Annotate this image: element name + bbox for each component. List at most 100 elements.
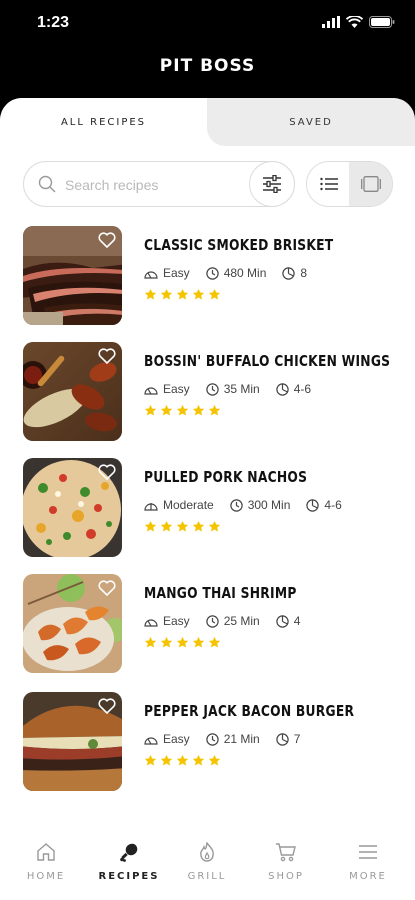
battery-icon: [369, 16, 395, 28]
star-icon: [160, 520, 173, 532]
recipe-image-shrimp: [23, 574, 122, 673]
star-icon: [208, 754, 221, 766]
recipe-card[interactable]: BOSSIN' BUFFALO CHICKEN WINGS Easy 35 Mi…: [23, 342, 403, 442]
star-icon: [176, 520, 189, 532]
star-icon: [176, 404, 189, 416]
heart-icon[interactable]: [98, 698, 116, 714]
recipe-image-wings: [23, 342, 122, 441]
recipe-title: PULLED PORK NACHOS: [144, 468, 308, 486]
clock-icon: [205, 732, 219, 746]
nav-grill-label: GRILL: [187, 871, 227, 882]
list-view-button[interactable]: [307, 162, 350, 206]
drumstick-icon: [120, 843, 138, 862]
star-icon: [144, 404, 157, 416]
star-icon: [192, 520, 205, 532]
clock-icon: [230, 498, 243, 512]
search-icon: [38, 175, 56, 193]
heart-icon[interactable]: [98, 232, 116, 248]
nav-recipes-label: RECIPES: [98, 871, 160, 882]
recipe-meta: Easy 21 Min 7: [144, 732, 316, 746]
star-icon: [144, 288, 157, 300]
recipe-difficulty: Easy: [163, 382, 190, 396]
star-icon: [208, 404, 221, 416]
recipe-meta: Moderate 300 Min 4-6: [144, 498, 358, 512]
star-icon: [176, 754, 189, 766]
recipe-servings: 7: [293, 732, 301, 746]
recipe-card[interactable]: CLASSIC SMOKED BRISKET Easy 480 Min 8: [23, 226, 403, 326]
difficulty-icon: [144, 387, 158, 395]
bottom-nav: HOME RECIPES GRILL SHOP MORE: [0, 828, 415, 900]
tab-all-recipes[interactable]: ALL RECIPES: [0, 98, 207, 146]
star-icon: [192, 404, 205, 416]
recipe-card[interactable]: MANGO THAI SHRIMP Easy 25 Min 4: [23, 574, 403, 674]
recipe-meta: Easy 35 Min 4-6: [144, 382, 327, 396]
recipe-title: PEPPER JACK BACON BURGER: [144, 702, 355, 720]
heart-icon[interactable]: [98, 348, 116, 364]
rating-stars: [144, 288, 221, 301]
nav-home[interactable]: HOME: [11, 840, 81, 882]
difficulty-icon: [144, 737, 158, 745]
nav-recipes[interactable]: RECIPES: [94, 840, 164, 882]
rating-stars: [144, 636, 221, 649]
rating-stars: [144, 520, 221, 533]
recipe-difficulty: Easy: [163, 732, 190, 746]
filter-button[interactable]: [249, 161, 295, 207]
servings-icon: [276, 614, 289, 628]
recipe-image-nachos: [23, 458, 122, 557]
recipe-difficulty: Easy: [163, 266, 190, 280]
recipe-title: CLASSIC SMOKED BRISKET: [144, 236, 334, 254]
star-icon: [160, 754, 173, 766]
recipe-time: 25 Min: [223, 614, 260, 628]
nav-more[interactable]: MORE: [333, 840, 403, 882]
heart-icon[interactable]: [98, 580, 116, 596]
nav-shop-label: SHOP: [268, 871, 304, 882]
recipe-tabs: ALL RECIPES SAVED: [0, 98, 415, 146]
star-icon: [192, 754, 205, 766]
recipe-image-burger: [23, 692, 122, 791]
recipe-image-brisket: [23, 226, 122, 325]
servings-icon: [276, 732, 289, 746]
star-icon: [176, 636, 189, 648]
heart-icon[interactable]: [98, 464, 116, 480]
search-bar[interactable]: Search recipes: [23, 161, 295, 207]
star-icon: [208, 636, 221, 648]
card-view-button[interactable]: [349, 162, 392, 206]
recipe-card[interactable]: PULLED PORK NACHOS Moderate 300 Min 4-6: [23, 458, 403, 558]
recipe-servings: 4-6: [293, 382, 312, 396]
recipe-title: MANGO THAI SHRIMP: [144, 584, 297, 602]
recipe-time: 35 Min: [223, 382, 260, 396]
star-icon: [176, 288, 189, 300]
recipe-meta: Easy 25 Min 4: [144, 614, 316, 628]
recipe-time: 300 Min: [247, 498, 291, 512]
tab-saved[interactable]: SAVED: [207, 98, 415, 146]
filter-sliders-icon: [263, 175, 281, 193]
cellular-icon: [322, 16, 340, 28]
wifi-icon: [346, 16, 363, 28]
nav-home-label: HOME: [26, 871, 66, 882]
servings-icon: [282, 266, 296, 280]
nav-grill[interactable]: GRILL: [172, 840, 242, 882]
search-input[interactable]: Search recipes: [65, 177, 158, 193]
nav-shop[interactable]: SHOP: [251, 840, 321, 882]
recipe-card[interactable]: PEPPER JACK BACON BURGER Easy 21 Min 7: [23, 692, 403, 792]
recipe-time: 480 Min: [223, 266, 267, 280]
clock-icon: [205, 266, 219, 280]
list-icon: [319, 177, 338, 191]
difficulty-icon: [144, 503, 158, 511]
flame-icon: [200, 842, 214, 862]
card-view-icon: [360, 176, 381, 192]
view-toggle: [306, 161, 393, 207]
rating-stars: [144, 754, 221, 767]
status-icons: [322, 16, 395, 28]
star-icon: [144, 636, 157, 648]
star-icon: [160, 404, 173, 416]
difficulty-icon: [144, 619, 158, 627]
star-icon: [208, 288, 221, 300]
star-icon: [192, 636, 205, 648]
clock-icon: [205, 614, 219, 628]
recipe-time: 21 Min: [223, 732, 260, 746]
servings-icon: [306, 498, 320, 512]
recipe-servings: 4: [293, 614, 301, 628]
content-sheet: ALL RECIPES SAVED Search recipes CLASSIC…: [0, 98, 415, 900]
star-icon: [208, 520, 221, 532]
